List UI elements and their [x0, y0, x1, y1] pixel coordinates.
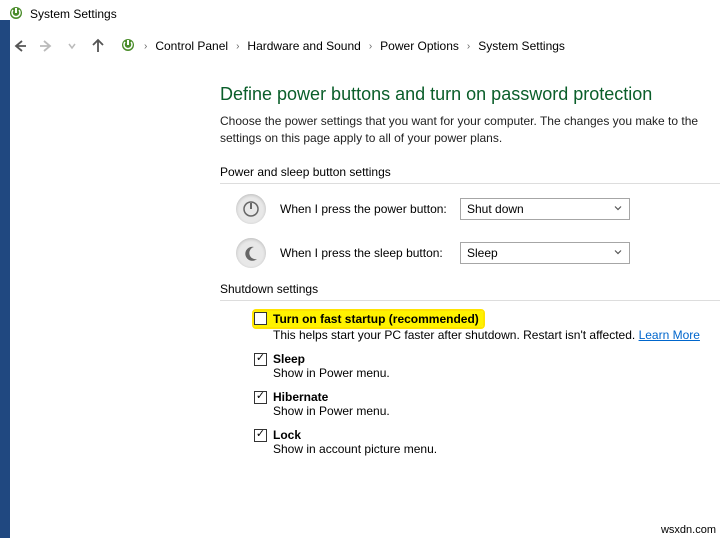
breadcrumb-system-settings[interactable]: System Settings — [474, 37, 569, 55]
power-sleep-heading: Power and sleep button settings — [220, 165, 720, 179]
lock-desc: Show in account picture menu. — [273, 442, 720, 456]
chevron-down-icon — [613, 246, 623, 260]
fast-startup-row: Turn on fast startup (recommended) This … — [254, 311, 720, 343]
window-title: System Settings — [30, 7, 117, 21]
sleep-desc: Show in Power menu. — [273, 366, 720, 380]
sleep-icon — [236, 238, 266, 268]
breadcrumb-hardware-and-sound[interactable]: Hardware and Sound — [243, 37, 364, 55]
sleep-checkbox[interactable] — [254, 353, 267, 366]
power-button-row: When I press the power button: Shut down — [236, 194, 720, 224]
divider — [220, 183, 720, 184]
page-title: Define power buttons and turn on passwor… — [220, 84, 720, 105]
sleep-button-row: When I press the sleep button: Sleep — [236, 238, 720, 268]
recent-locations-dropdown[interactable] — [60, 34, 84, 58]
shutdown-heading: Shutdown settings — [220, 282, 720, 296]
watermark: wsxdn.com — [661, 524, 716, 536]
power-options-breadcrumb-icon — [120, 37, 136, 56]
chevron-down-icon — [613, 202, 623, 216]
back-button[interactable] — [8, 34, 32, 58]
page-description: Choose the power settings that you want … — [220, 113, 720, 147]
power-button-label: When I press the power button: — [280, 202, 460, 216]
hibernate-desc: Show in Power menu. — [273, 404, 720, 418]
hibernate-row: Hibernate Show in Power menu. — [254, 390, 720, 418]
breadcrumb-control-panel[interactable]: Control Panel — [151, 37, 232, 55]
hibernate-checkbox[interactable] — [254, 391, 267, 404]
up-button[interactable] — [86, 34, 110, 58]
chevron-right-icon[interactable]: › — [232, 41, 243, 52]
breadcrumb: › Control Panel › Hardware and Sound › P… — [120, 37, 569, 56]
chevron-right-icon[interactable]: › — [140, 41, 151, 52]
forward-button[interactable] — [34, 34, 58, 58]
fast-startup-desc: This helps start your PC faster after sh… — [273, 328, 639, 342]
power-button-value: Shut down — [467, 202, 524, 216]
divider — [220, 300, 720, 301]
power-icon — [236, 194, 266, 224]
title-bar: System Settings — [0, 0, 720, 28]
chevron-right-icon[interactable]: › — [463, 41, 474, 52]
lock-row: Lock Show in account picture menu. — [254, 428, 720, 456]
left-desktop-edge — [0, 20, 10, 538]
fast-startup-checkbox[interactable] — [254, 312, 267, 325]
sleep-label: Sleep — [273, 352, 305, 366]
hibernate-label: Hibernate — [273, 390, 328, 404]
content-area: Define power buttons and turn on passwor… — [0, 84, 720, 456]
fast-startup-label: Turn on fast startup (recommended) — [273, 312, 479, 326]
sleep-button-label: When I press the sleep button: — [280, 246, 460, 260]
sleep-button-select[interactable]: Sleep — [460, 242, 630, 264]
power-button-select[interactable]: Shut down — [460, 198, 630, 220]
breadcrumb-power-options[interactable]: Power Options — [376, 37, 463, 55]
power-options-window-icon — [8, 5, 30, 24]
chevron-right-icon[interactable]: › — [365, 41, 376, 52]
learn-more-link[interactable]: Learn More — [639, 328, 700, 342]
sleep-button-value: Sleep — [467, 246, 498, 260]
sleep-row: Sleep Show in Power menu. — [254, 352, 720, 380]
nav-bar: › Control Panel › Hardware and Sound › P… — [0, 28, 720, 64]
lock-label: Lock — [273, 428, 301, 442]
highlight-annotation: Turn on fast startup (recommended) — [254, 311, 483, 327]
lock-checkbox[interactable] — [254, 429, 267, 442]
